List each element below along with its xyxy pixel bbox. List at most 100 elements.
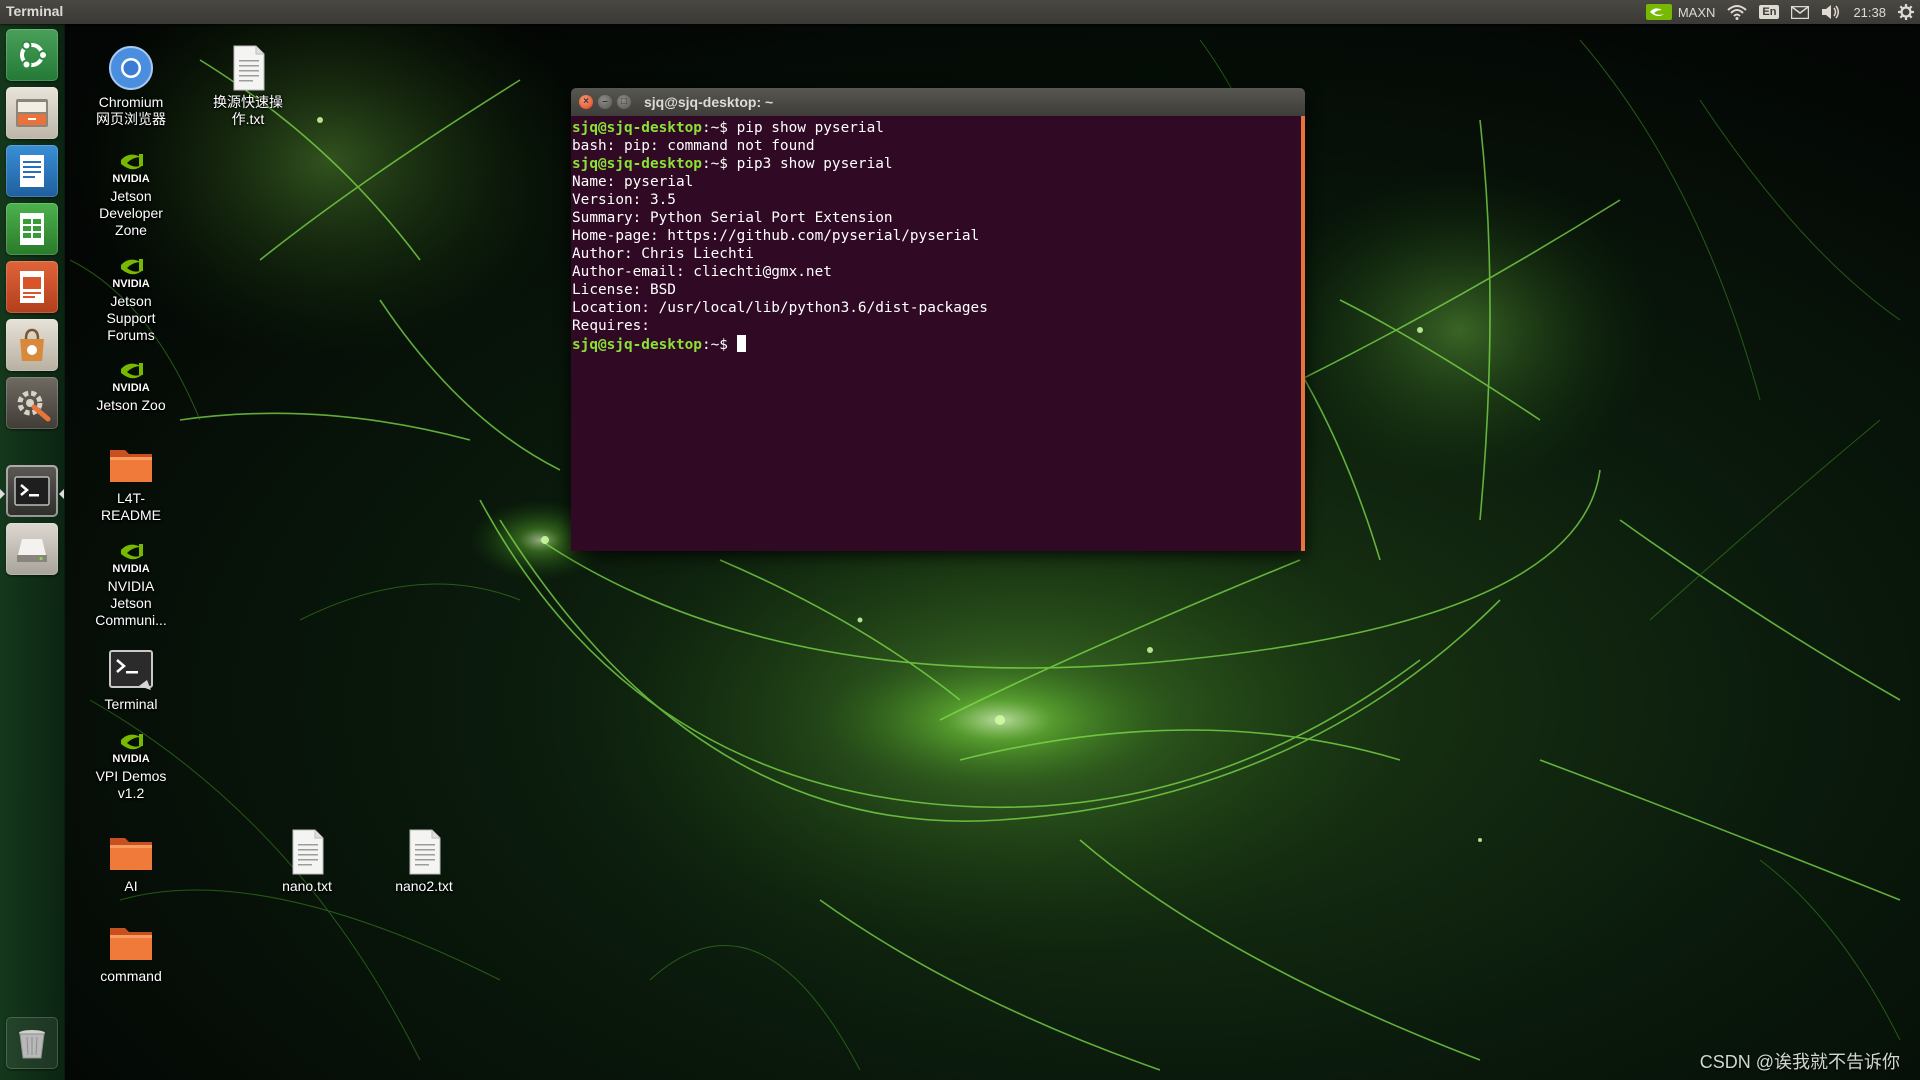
running-indicator — [0, 489, 5, 499]
terminal-window-title: sjq@sjq-desktop: ~ — [644, 94, 774, 110]
launcher-item-dash-home[interactable] — [6, 29, 58, 81]
desktop-icon-command-folder[interactable]: command — [76, 918, 186, 985]
terminal-output-line: bash: pip: command not found — [572, 138, 815, 154]
focused-indicator — [59, 489, 64, 499]
terminal-output-line: License: BSD — [572, 282, 676, 298]
text-file-icon — [292, 829, 324, 875]
clock[interactable]: 21:38 — [1853, 5, 1886, 20]
launcher-item-disk[interactable] — [6, 523, 58, 575]
terminal-prompt-suffix: :~$ — [701, 337, 737, 353]
nvidia-wordmark: NVIDIA — [112, 563, 149, 575]
sound-indicator[interactable] — [1821, 4, 1841, 20]
session-menu[interactable] — [1898, 4, 1914, 20]
launcher-item-software-center[interactable] — [6, 319, 58, 371]
terminal-command-line: sjq@sjq-desktop:~$ pip3 show pyserial — [572, 155, 1301, 173]
nvidia-icon: NVIDIA — [112, 734, 150, 765]
window-minimize-button[interactable]: – — [598, 95, 612, 109]
window-maximize-button[interactable]: □ — [617, 95, 631, 109]
desktop-icon-label: VPI Demos v1.2 — [95, 768, 167, 801]
desktop-icon-nvidia-jetson-community[interactable]: NVIDIA NVIDIA Jetson Communi... — [76, 538, 186, 629]
indicator-area: MAXN En 21:38 — [1645, 0, 1914, 24]
folder-icon — [110, 450, 152, 482]
minimize-icon: – — [602, 96, 608, 107]
file-manager-icon — [16, 99, 48, 127]
nvidia-icon — [1645, 4, 1672, 20]
desktop-icon-l4t-readme-folder[interactable]: L4T- README — [76, 440, 186, 524]
terminal-lines: sjq@sjq-desktop:~$ pip show pyserial bash… — [572, 119, 1301, 335]
desktop-icon-label: NVIDIA Jetson Communi... — [95, 578, 167, 628]
nvidia-power-mode-indicator[interactable]: MAXN — [1645, 4, 1715, 20]
terminal-icon — [109, 650, 153, 690]
folder-icon — [110, 838, 152, 870]
terminal-output-line: Home-page: https://github.com/pyserial/p… — [572, 228, 980, 244]
terminal-prompt: sjq@sjq-desktop — [572, 337, 702, 353]
terminal-command-line: sjq@sjq-desktop:~$ pip show pyserial — [572, 119, 1301, 137]
desktop-icon-label: Jetson Zoo — [96, 397, 166, 413]
desktop-icon-vpi-demos[interactable]: NVIDIA VPI Demos v1.2 — [76, 728, 186, 802]
terminal-output[interactable]: sjq@sjq-desktop:~$ pip show pyserial bash… — [571, 116, 1301, 551]
desktop-icon-label: nano.txt — [282, 878, 332, 894]
launcher-item-libreoffice-impress[interactable] — [6, 261, 58, 313]
text-file-icon — [233, 45, 265, 91]
ubuntu-logo-icon — [20, 40, 48, 70]
terminal-prompt: sjq@sjq-desktop — [572, 120, 702, 136]
speaker-icon — [1822, 5, 1840, 19]
nvidia-wordmark: NVIDIA — [112, 278, 149, 290]
desktop-icon-nano2-txt[interactable]: nano2.txt — [369, 828, 479, 895]
launcher-item-system-settings[interactable] — [6, 377, 58, 429]
desktop-icon-label: Chromium 网页浏览器 — [96, 94, 166, 127]
desktop-icon-label: Jetson Support Forums — [106, 293, 156, 343]
csdn-watermark: CSDN @诶我就不告诉你 — [1699, 1052, 1900, 1072]
text-file-icon — [409, 829, 441, 875]
presentation-icon — [20, 271, 44, 303]
top-panel: Terminal MAXN En 21:38 — [0, 0, 1920, 24]
wifi-indicator[interactable] — [1727, 4, 1748, 20]
desktop-icon-jetson-support-forums[interactable]: NVIDIA Jetson Support Forums — [76, 253, 186, 344]
launcher-item-terminal[interactable] — [6, 465, 58, 517]
window-close-button[interactable]: × — [579, 95, 593, 109]
language-badge: En — [1759, 5, 1780, 19]
wifi-icon — [1727, 5, 1748, 20]
terminal-command-text: pip3 show pyserial — [736, 156, 893, 172]
drive-icon — [17, 539, 47, 562]
terminal-titlebar[interactable]: × – □ sjq@sjq-desktop: ~ — [571, 88, 1305, 116]
desktop-icon-ai-folder[interactable]: AI — [76, 828, 186, 895]
terminal-output-line: Author-email: cliechti@gmx.net — [572, 264, 832, 280]
launcher-item-files[interactable] — [6, 87, 58, 139]
maximize-icon: □ — [620, 96, 628, 107]
desktop-icon-label: nano2.txt — [395, 878, 453, 894]
desktop-icon-label: 换源快速操 作.txt — [213, 94, 283, 127]
desktop-icon-label: L4T- README — [101, 490, 161, 523]
keyboard-language-indicator[interactable]: En — [1759, 5, 1780, 19]
terminal-prompt-suffix: :~$ — [701, 120, 737, 136]
desktop-icon-jetson-developer-zone[interactable]: NVIDIA Jetson Developer Zone — [76, 148, 186, 239]
launcher-item-libreoffice-calc[interactable] — [6, 203, 58, 255]
desktop-icon-label: Jetson Developer Zone — [99, 188, 163, 238]
nvidia-icon: NVIDIA — [112, 544, 150, 575]
launcher-item-trash[interactable] — [6, 1017, 58, 1069]
shopping-bag-icon — [20, 328, 44, 361]
trash-icon — [19, 1030, 45, 1059]
terminal-output-line: Requires: — [572, 318, 650, 334]
desktop-icon-jetson-zoo[interactable]: NVIDIA Jetson Zoo — [76, 357, 186, 414]
nvidia-icon: NVIDIA — [112, 154, 150, 185]
desktop-icon-label: command — [100, 968, 162, 984]
close-icon: × — [583, 96, 589, 107]
terminal-current-line[interactable]: sjq@sjq-desktop:~$ — [572, 335, 1301, 353]
messaging-indicator[interactable] — [1791, 5, 1810, 19]
active-app-title: Terminal — [6, 3, 64, 19]
desktop-icon-terminal[interactable]: Terminal — [76, 646, 186, 713]
chromium-icon — [109, 46, 153, 90]
terminal-output-line: Name: pyserial — [572, 174, 694, 190]
desktop-icon-nano-txt[interactable]: nano.txt — [252, 828, 362, 895]
terminal-command-text: pip show pyserial — [736, 120, 884, 136]
terminal-prompt: sjq@sjq-desktop — [572, 156, 702, 172]
desktop-icon-text-file[interactable]: 换源快速操 作.txt — [193, 44, 303, 128]
writer-document-icon — [20, 155, 44, 187]
terminal-prompt-suffix: :~$ — [701, 156, 737, 172]
envelope-icon — [1791, 5, 1810, 19]
terminal-scrollbar[interactable] — [1301, 116, 1305, 551]
desktop-icon-chromium[interactable]: Chromium 网页浏览器 — [76, 44, 186, 128]
terminal-window[interactable]: × – □ sjq@sjq-desktop: ~ sjq@sjq-desktop… — [571, 88, 1305, 551]
launcher-item-libreoffice-writer[interactable] — [6, 145, 58, 197]
